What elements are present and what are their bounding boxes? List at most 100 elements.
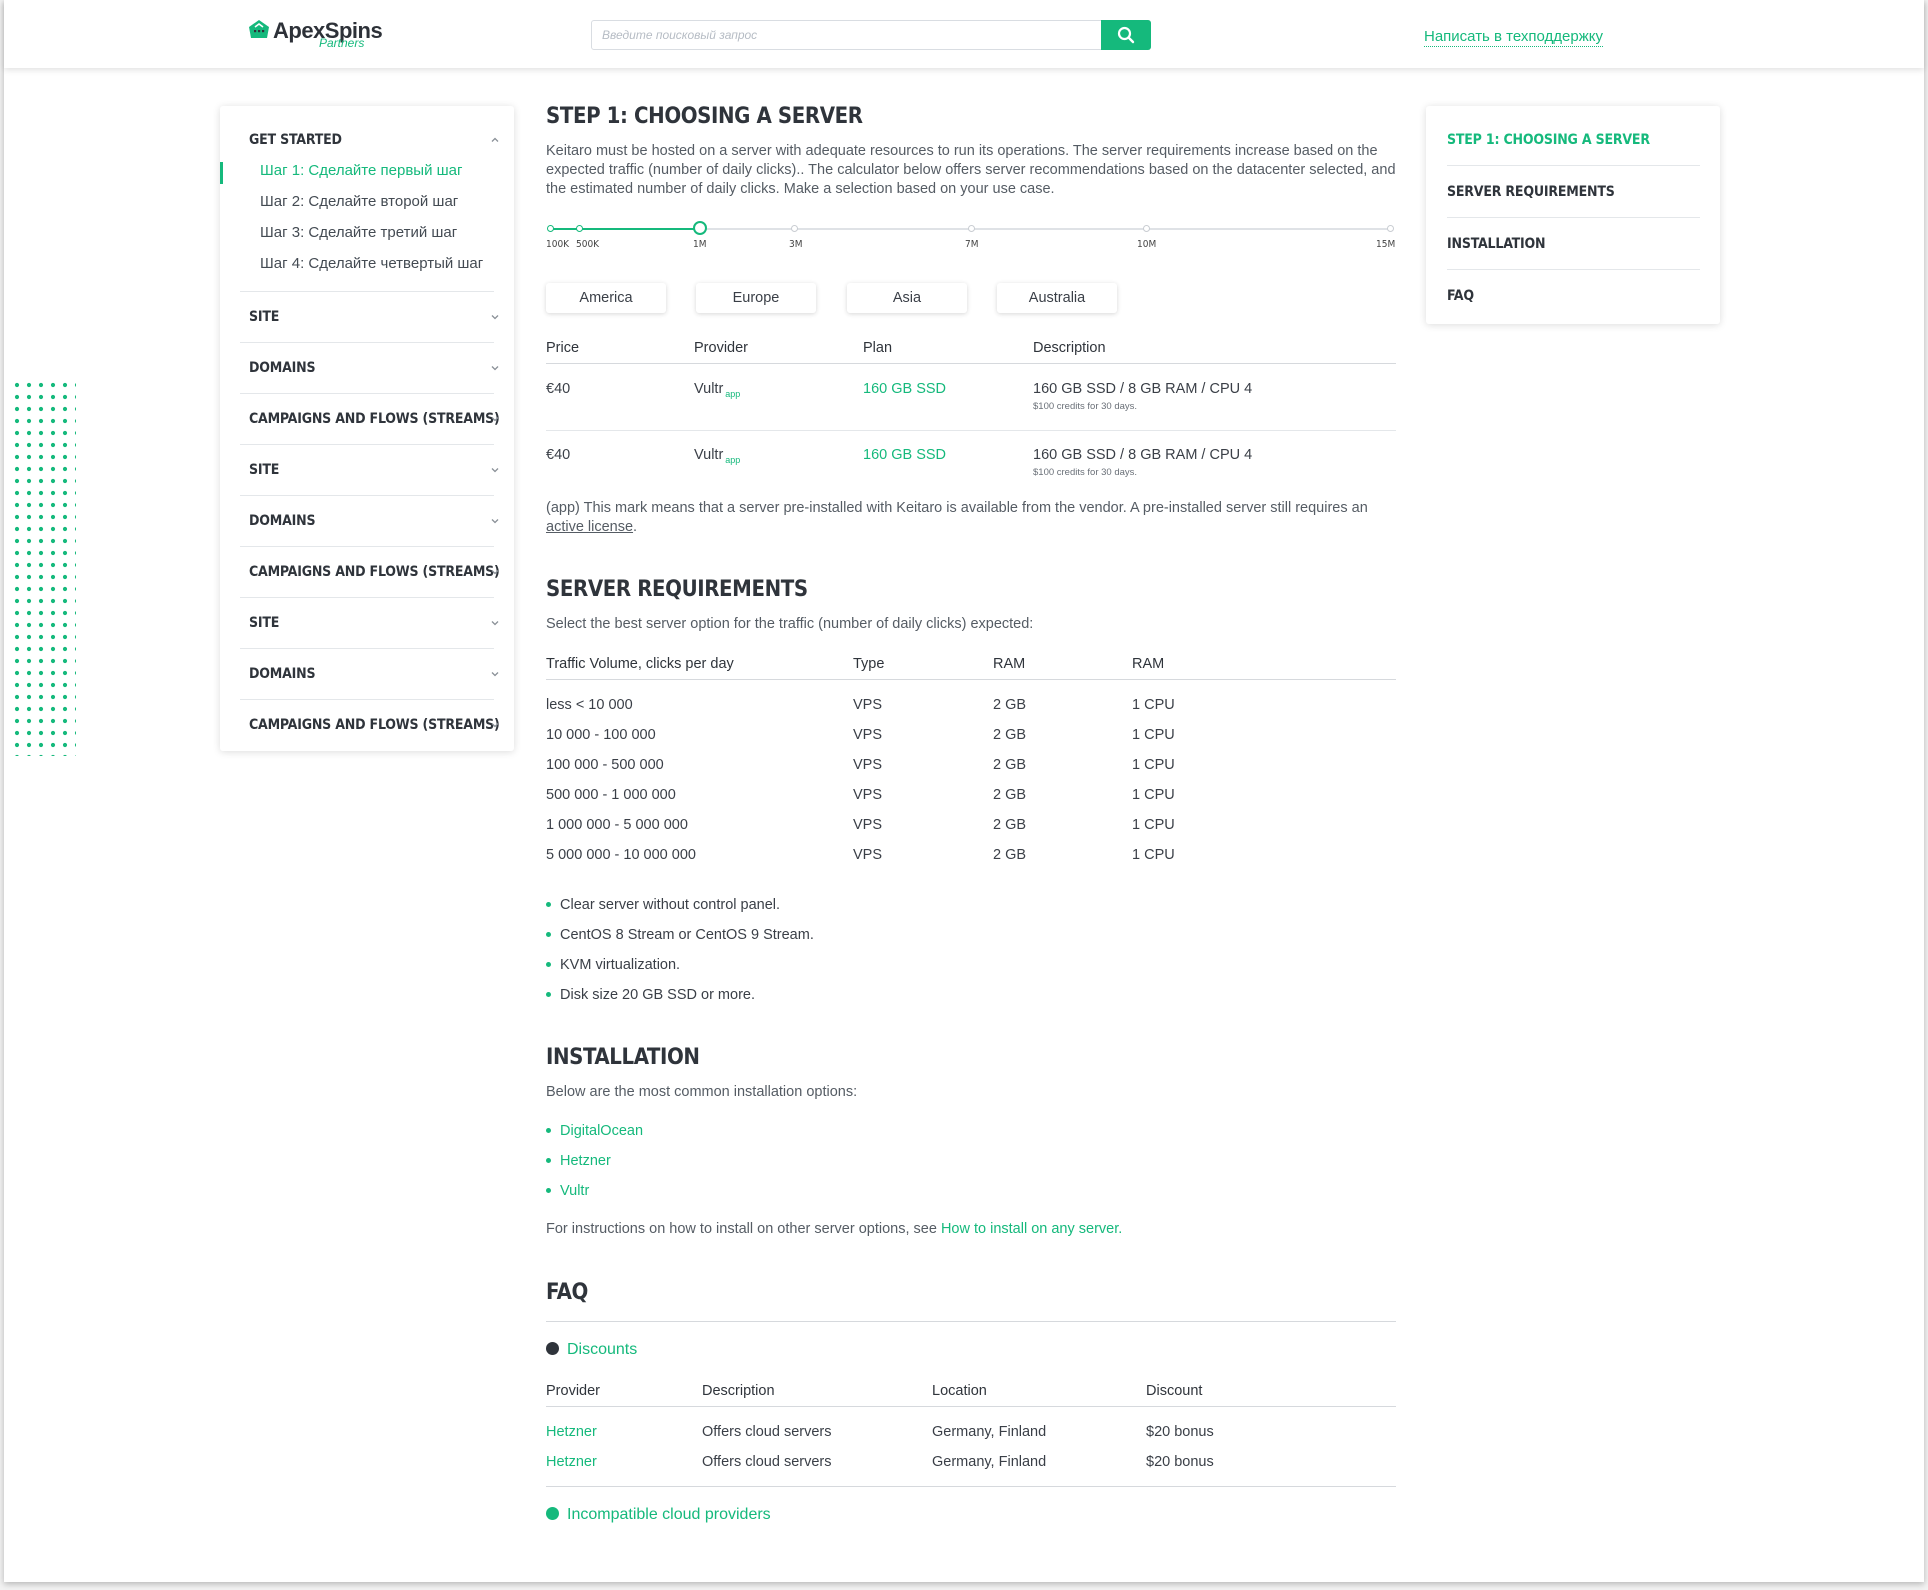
search-icon (1117, 26, 1135, 44)
sidebar-section-domains[interactable]: DOMAINS (249, 666, 316, 682)
install-link-hetzner[interactable]: Hetzner (546, 1153, 611, 1169)
support-link[interactable]: Написать в техподдержку (1424, 28, 1603, 47)
region-button-australia[interactable]: Australia (997, 283, 1117, 313)
sidebar-section-site[interactable]: SITE (249, 462, 279, 478)
step1-title: STEP 1: CHOOSING A SERVER (546, 104, 863, 129)
sidebar-section-campaigns[interactable]: CAMPAIGNS AND FLOWS (STREAMS) (249, 717, 500, 733)
chevron-down-icon[interactable] (490, 516, 500, 526)
table-cell: VPS (853, 697, 883, 713)
sidebar-section-campaigns[interactable]: CAMPAIGNS AND FLOWS (STREAMS) (249, 411, 500, 427)
sidebar-section-domains[interactable]: DOMAINS (249, 360, 316, 376)
bullet-icon (546, 962, 551, 967)
toc-item-installation[interactable]: INSTALLATION (1447, 236, 1546, 252)
divider (240, 597, 494, 598)
list-item-text: CentOS 8 Stream or CentOS 9 Stream. (560, 927, 814, 943)
chevron-down-icon[interactable] (490, 618, 500, 628)
search-button[interactable] (1101, 20, 1151, 50)
table-cell: VPS (853, 847, 883, 863)
sidebar-item-step-1[interactable]: Шаг 1: Сделайте первый шаг (260, 162, 462, 179)
slider-label: 15M (1376, 239, 1396, 250)
table-cell-note: $100 credits for 30 days. (1033, 467, 1138, 478)
faq-question-label[interactable]: Discounts (567, 1341, 637, 1358)
divider (1447, 269, 1700, 270)
bullet-icon (546, 992, 551, 997)
table-cell: VPS (853, 787, 883, 803)
table-cell: Offers cloud servers (702, 1454, 832, 1470)
table-cell: Germany, Finland (932, 1454, 1047, 1470)
table-header-provider: Provider (694, 340, 748, 356)
faq-question-label[interactable]: Incompatible cloud providers (567, 1506, 771, 1523)
page: ApexSpins Partners Написать в техподдерж… (4, 0, 1924, 1582)
link-text[interactable]: Hetzner (560, 1153, 611, 1169)
chevron-down-icon[interactable] (490, 669, 500, 679)
footnote-end: . (633, 519, 638, 535)
requirements-title: SERVER REQUIREMENTS (546, 577, 808, 602)
faq-question-discounts[interactable]: Discounts (546, 1341, 637, 1359)
provider-link[interactable]: Hetzner (546, 1454, 597, 1470)
table-cell: 5 000 000 - 10 000 000 (546, 847, 696, 863)
divider (240, 495, 494, 496)
region-button-europe[interactable]: Europe (696, 283, 816, 313)
app-tag: app (725, 389, 741, 399)
link-text[interactable]: DigitalOcean (560, 1123, 643, 1139)
slider-tick[interactable] (968, 225, 975, 232)
slider-tick[interactable] (791, 225, 798, 232)
table-header-type: Type (853, 656, 885, 672)
toc-item-faq[interactable]: FAQ (1447, 288, 1474, 304)
table-cell: 1 CPU (1132, 847, 1175, 863)
active-indicator (220, 162, 223, 184)
provider-link[interactable]: Hetzner (546, 1424, 597, 1440)
toc-item-step1[interactable]: STEP 1: CHOOSING A SERVER (1447, 132, 1650, 148)
chevron-down-icon[interactable] (490, 465, 500, 475)
provider-name: Vultr (694, 447, 724, 463)
chevron-down-icon[interactable] (490, 312, 500, 322)
sidebar-section-domains[interactable]: DOMAINS (249, 513, 316, 529)
bullet-icon (546, 902, 551, 907)
chevron-down-icon[interactable] (490, 414, 500, 424)
slider-tick[interactable] (1387, 225, 1394, 232)
sidebar-section-get-started[interactable]: GET STARTED (249, 132, 342, 148)
sidebar-section-campaigns[interactable]: CAMPAIGNS AND FLOWS (STREAMS) (249, 564, 500, 580)
table-header-provider: Provider (546, 1383, 600, 1399)
logo[interactable]: ApexSpins Partners (247, 16, 383, 52)
search-input[interactable] (592, 21, 1097, 49)
plan-link[interactable]: 160 GB SSD (863, 381, 946, 397)
slider-tick[interactable] (1143, 225, 1150, 232)
sidebar-item-step-3[interactable]: Шаг 3: Сделайте третий шаг (260, 224, 457, 241)
chevron-down-icon[interactable] (490, 363, 500, 373)
install-link-vultr[interactable]: Vultr (546, 1183, 589, 1199)
divider (546, 430, 1396, 431)
install-any-server-link[interactable]: How to install on any server. (941, 1221, 1122, 1237)
install-link-digitalocean[interactable]: DigitalOcean (546, 1123, 643, 1139)
sidebar-nav: GET STARTED Шаг 1: Сделайте первый шаг Ш… (220, 106, 514, 751)
toc-item-requirements[interactable]: SERVER REQUIREMENTS (1447, 184, 1615, 200)
slider-tick[interactable] (547, 225, 554, 232)
divider (546, 679, 1396, 680)
outro-text: For instructions on how to install on ot… (546, 1221, 937, 1237)
sidebar-item-step-4[interactable]: Шаг 4: Сделайте четвертый шаг (260, 255, 483, 272)
sidebar-item-step-2[interactable]: Шаг 2: Сделайте второй шаг (260, 193, 458, 210)
table-cell-description: 160 GB SSD / 8 GB RAM / CPU 4 (1033, 447, 1253, 463)
table-cell-provider: Vultr app (694, 381, 741, 399)
table-cell: 500 000 - 1 000 000 (546, 787, 676, 803)
chevron-up-icon[interactable] (490, 135, 500, 145)
region-button-asia[interactable]: Asia (847, 283, 967, 313)
installation-outro: For instructions on how to install on ot… (546, 1220, 1396, 1239)
table-cell: VPS (853, 817, 883, 833)
sidebar-section-site[interactable]: SITE (249, 309, 279, 325)
table-cell: 2 GB (993, 757, 1027, 773)
sidebar-section-site[interactable]: SITE (249, 615, 279, 631)
plan-link[interactable]: 160 GB SSD (863, 447, 946, 463)
app-tag: app (725, 455, 741, 465)
active-license-link[interactable]: active license (546, 519, 633, 535)
table-of-contents: STEP 1: CHOOSING A SERVER SERVER REQUIRE… (1426, 106, 1720, 324)
table-cell: VPS (853, 757, 883, 773)
slider-handle[interactable] (693, 221, 707, 235)
link-text[interactable]: Vultr (560, 1183, 589, 1199)
slider-tick[interactable] (576, 225, 583, 232)
chevron-down-icon[interactable] (490, 567, 500, 577)
chevron-down-icon[interactable] (490, 720, 500, 730)
region-button-america[interactable]: America (546, 283, 666, 313)
faq-question-incompatible[interactable]: Incompatible cloud providers (546, 1506, 771, 1524)
traffic-slider[interactable]: 100K 500K 1M 3M 7M 10M 15M (546, 221, 1396, 252)
